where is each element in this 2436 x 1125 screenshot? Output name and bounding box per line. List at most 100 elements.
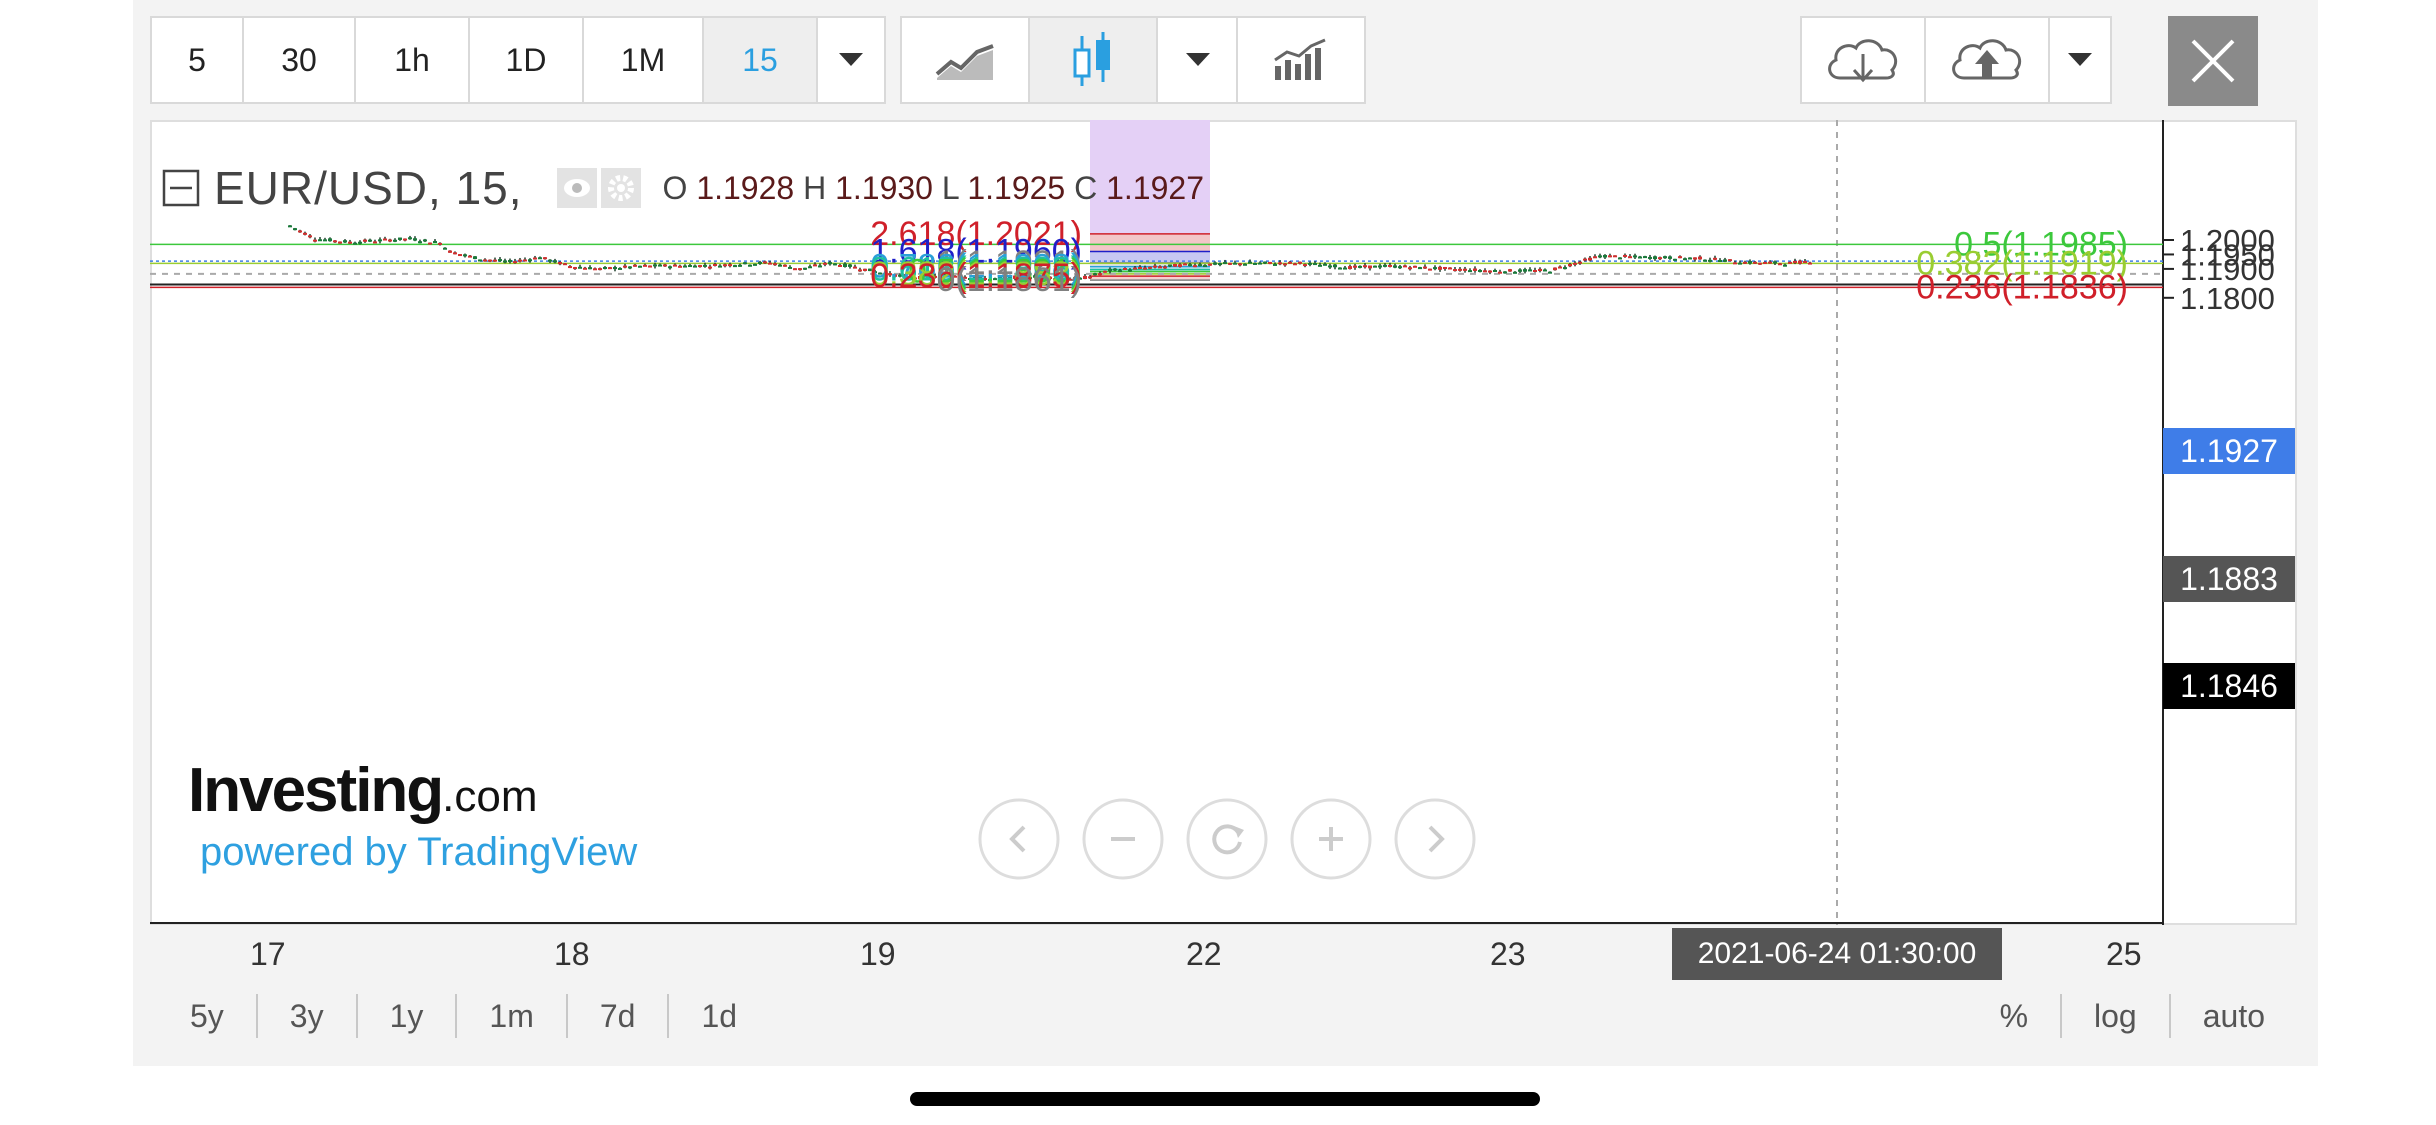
load-chart-button[interactable]	[1802, 18, 1926, 102]
interval-1d-button[interactable]: 1D	[470, 18, 584, 102]
time-tick: 25	[2106, 936, 2142, 972]
interval-dropdown-button[interactable]	[818, 18, 884, 102]
candle-body	[1108, 268, 1112, 272]
gear-icon[interactable]	[600, 168, 641, 208]
interval-1h-button[interactable]: 1h	[356, 18, 470, 102]
interval-15-button[interactable]: 15	[704, 18, 818, 102]
candle-body	[778, 264, 782, 267]
candle-body	[583, 267, 587, 270]
candle-body	[1323, 263, 1327, 266]
candle-body	[1248, 261, 1252, 264]
candle-body	[438, 242, 442, 245]
candle-body	[1618, 257, 1622, 260]
candle-body	[1578, 261, 1582, 264]
close-button[interactable]	[2168, 16, 2258, 106]
candle-body	[1103, 270, 1107, 273]
candle-body	[1148, 266, 1152, 269]
investing-logo[interactable]: Investing.com	[188, 755, 637, 826]
indicators-toolbar	[1236, 16, 1366, 104]
interval-5-button[interactable]: 5	[152, 18, 244, 102]
candle-body	[1708, 259, 1712, 262]
candle-body	[1143, 267, 1147, 270]
candle-body	[1598, 255, 1602, 258]
range-3y-button[interactable]: 3y	[258, 994, 358, 1038]
reset-button[interactable]	[1186, 798, 1268, 885]
log-scale-button[interactable]: log	[2062, 994, 2171, 1038]
indicators-button[interactable]	[1238, 18, 1364, 102]
reset-icon	[1186, 798, 1268, 880]
chevron-down-icon	[839, 53, 863, 66]
candle-body	[1778, 263, 1782, 266]
range-1d-button[interactable]: 1d	[669, 994, 769, 1038]
candle-body	[573, 267, 577, 270]
scroll-left-button[interactable]	[978, 798, 1060, 885]
zoom-in-button[interactable]	[1290, 798, 1372, 885]
candle-body	[1798, 260, 1802, 264]
candle-body	[643, 264, 647, 267]
scale-options: % log auto	[1968, 994, 2297, 1038]
candle-body	[1288, 261, 1292, 264]
candle-body	[1483, 270, 1487, 273]
chart-legend: EUR/USD, 15, O 1.1928 H 1.1930 L 1.1925 …	[162, 158, 1204, 218]
candle-body	[1413, 265, 1417, 268]
candle-body	[443, 247, 447, 250]
candle-body	[1333, 264, 1337, 268]
percent-scale-button[interactable]: %	[1968, 994, 2063, 1038]
candle-body	[1783, 264, 1787, 267]
home-indicator	[910, 1092, 1540, 1106]
symbol-title: EUR/USD, 15,	[214, 162, 523, 214]
chevron-down-icon	[2068, 53, 2092, 66]
candle-body	[1688, 257, 1692, 260]
cloud-dropdown-button[interactable]	[2050, 18, 2110, 102]
candle-body	[448, 250, 452, 253]
range-1y-button[interactable]: 1y	[358, 994, 458, 1038]
chart-type-dropdown-button[interactable]	[1158, 18, 1238, 102]
candlestick-chart-button[interactable]	[1030, 18, 1158, 102]
interval-30-button[interactable]: 30	[244, 18, 356, 102]
candle-body	[668, 266, 672, 269]
candle-body	[1298, 261, 1302, 264]
candle-body	[1088, 276, 1092, 279]
scroll-right-button[interactable]	[1394, 798, 1476, 885]
candle-body	[1173, 264, 1177, 267]
candle-body	[1313, 263, 1317, 266]
auto-scale-button[interactable]: auto	[2171, 994, 2297, 1038]
line-chart-button[interactable]	[902, 18, 1030, 102]
time-axis[interactable]: 17 18 19 22 23 25 2021-06-24 01:30:00	[150, 928, 2163, 980]
collapse-legend-icon[interactable]	[162, 169, 200, 207]
candle-body	[288, 225, 292, 228]
save-chart-button[interactable]	[1926, 18, 2050, 102]
candle-body	[843, 263, 847, 268]
interval-1m-button[interactable]: 1M	[584, 18, 704, 102]
candle-body	[403, 238, 407, 241]
candle-body	[553, 260, 557, 263]
crosshair-time-badge: 2021-06-24 01:30:00	[1672, 928, 2002, 980]
candle-body	[333, 240, 337, 243]
time-tick: 22	[1186, 936, 1222, 972]
candle-body	[533, 257, 537, 260]
candle-body	[548, 259, 552, 262]
range-7d-button[interactable]: 7d	[568, 994, 670, 1038]
eye-icon[interactable]	[556, 168, 597, 208]
candle-body	[1803, 261, 1807, 264]
range-1m-button[interactable]: 1m	[457, 994, 568, 1038]
candle-body	[1388, 264, 1392, 267]
candle-body	[1473, 268, 1477, 271]
cloud-toolbar	[1800, 16, 2112, 104]
candle-body	[1518, 269, 1522, 272]
range-5y-button[interactable]: 5y	[150, 994, 258, 1038]
candle-body	[1153, 265, 1157, 268]
candle-body	[483, 259, 487, 262]
candle-body	[723, 264, 727, 267]
powered-by-link[interactable]: powered by TradingView	[200, 830, 637, 875]
candle-body	[453, 252, 457, 255]
candle-body	[1528, 269, 1532, 272]
candle-body	[798, 268, 802, 271]
candle-body	[1568, 263, 1572, 267]
candle-body	[1693, 257, 1697, 260]
candle-body	[718, 265, 722, 268]
zoom-out-button[interactable]	[1082, 798, 1164, 885]
candle-body	[488, 259, 492, 262]
candle-body	[1373, 265, 1377, 268]
candle-body	[673, 264, 677, 267]
